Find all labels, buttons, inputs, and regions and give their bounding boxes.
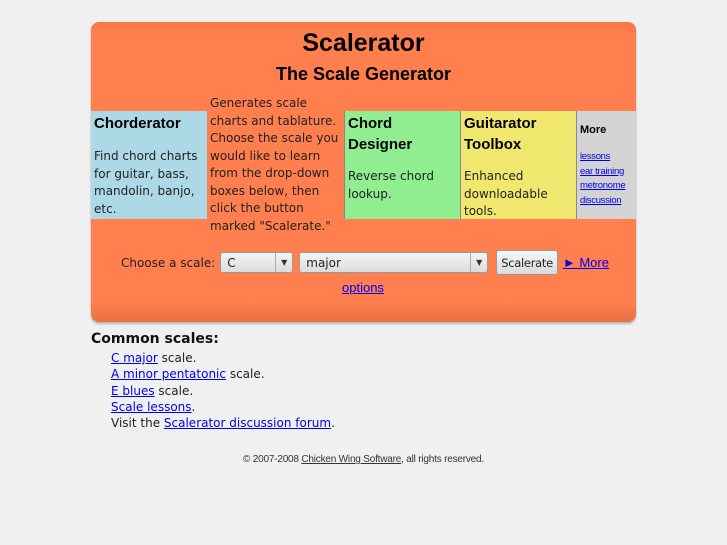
list-item: E blues scale. <box>111 383 335 399</box>
intro-text: Generates scale charts and tablature. Ch… <box>210 96 339 233</box>
a-minor-pentatonic-link[interactable]: A minor pentatonic <box>111 367 226 381</box>
list-item: A minor pentatonic scale. <box>111 366 335 382</box>
forum-link[interactable]: Scalerator discussion forum <box>164 416 331 430</box>
chord-designer-box[interactable]: Chord Designer Reverse chord lookup. <box>344 111 460 219</box>
list-item: Scale lessons. <box>111 399 335 415</box>
e-blues-link[interactable]: E blues <box>111 384 155 398</box>
more-options-link[interactable]: ► More <box>563 255 609 270</box>
link-ear-training[interactable]: ear training <box>580 165 633 180</box>
copyright-text: © 2007-2008 <box>243 454 302 465</box>
toolbox-title[interactable]: Guitarator Toolbox <box>464 113 573 155</box>
link-lessons[interactable]: lessons <box>580 150 633 165</box>
chevron-down-icon: ▼ <box>470 253 487 272</box>
toolbox-desc: Enhanced downloadable tools. <box>464 169 548 218</box>
intro-box: Generates scale charts and tablature. Ch… <box>207 93 344 233</box>
link-metronome[interactable]: metronome <box>580 179 633 194</box>
common-scales-list: C major scale. A minor pentatonic scale.… <box>111 350 335 431</box>
site-subtitle: The Scale Generator <box>275 64 452 84</box>
header-panel: Scalerator The Scale Generator Chorderat… <box>91 22 636 322</box>
scale-select[interactable]: major ▼ <box>299 252 489 273</box>
list-item-suffix: scale. <box>157 351 197 365</box>
chord-designer-title[interactable]: Chord Designer <box>348 113 457 155</box>
common-scales-heading: Common scales: <box>91 331 219 347</box>
more-options-link-continued[interactable]: options <box>342 280 384 295</box>
scale-label: Choose a scale: <box>121 255 216 270</box>
chorderator-title[interactable]: Chorderator <box>94 113 204 134</box>
chevron-down-icon: ▼ <box>275 253 292 272</box>
company-link[interactable]: Chicken Wing Software <box>301 454 401 465</box>
toolbox-box[interactable]: Guitarator Toolbox Enhanced downloadable… <box>460 111 576 219</box>
more-title: More <box>580 124 607 136</box>
scale-select-value: major <box>306 256 341 270</box>
list-item: C major scale. <box>111 350 335 366</box>
scale-form: Choose a scale: C ▼ major ▼ Scalerate ► … <box>121 250 609 275</box>
list-item: Visit the Scalerator discussion forum. <box>111 415 335 431</box>
footer: © 2007-2008 Chicken Wing Software, all r… <box>0 454 727 465</box>
list-item-suffix: . <box>191 399 196 414</box>
scalerate-button[interactable]: Scalerate <box>496 250 558 275</box>
chorderator-desc: Find chord charts for guitar, bass, mand… <box>94 149 198 216</box>
forum-prefix: Visit the <box>111 416 164 431</box>
scale-lessons-link[interactable]: Scale lessons <box>111 400 192 414</box>
link-discussion[interactable]: discussion <box>580 194 633 209</box>
c-major-link[interactable]: C major <box>111 351 158 365</box>
key-select-value: C <box>227 256 236 270</box>
more-links: lessons ear training metronome discussio… <box>580 150 633 208</box>
rights-text: , all rights reserved. <box>401 454 484 465</box>
chord-designer-desc: Reverse chord lookup. <box>348 169 434 201</box>
common-scales: Common scales: C major scale. A minor pe… <box>91 330 335 431</box>
more-box: More lessons ear training metronome disc… <box>576 111 636 219</box>
key-select[interactable]: C ▼ <box>220 252 294 273</box>
list-item-suffix: scale. <box>226 367 265 382</box>
site-title: Scalerator <box>302 29 425 57</box>
forum-suffix: . <box>331 416 335 431</box>
chorderator-box[interactable]: Chorderator Find chord charts for guitar… <box>91 111 207 219</box>
list-item-suffix: scale. <box>154 383 194 398</box>
